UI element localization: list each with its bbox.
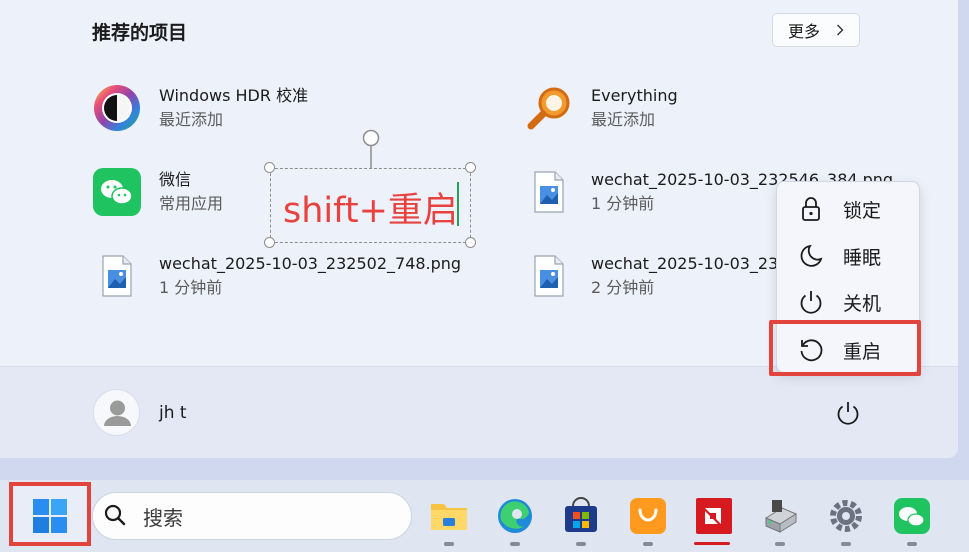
everything-search-icon bbox=[525, 84, 573, 132]
restart-highlight-box bbox=[769, 320, 921, 376]
user-account[interactable]: jh t bbox=[93, 389, 187, 436]
wechat-icon[interactable] bbox=[892, 496, 932, 536]
running-indicator bbox=[907, 542, 917, 546]
edge-icon[interactable] bbox=[495, 496, 535, 536]
power-icon bbox=[800, 291, 822, 314]
running-indicator bbox=[775, 542, 785, 546]
text-caret bbox=[457, 182, 459, 226]
disk-tool-icon[interactable] bbox=[760, 496, 800, 536]
power-menu-shutdown[interactable]: 关机 bbox=[777, 279, 919, 325]
item-sub: 1 分钟前 bbox=[159, 278, 223, 297]
running-indicator bbox=[643, 542, 653, 546]
search-icon bbox=[104, 504, 126, 526]
item-sub: 最近添加 bbox=[159, 110, 224, 129]
item-sub: 最近添加 bbox=[591, 110, 656, 129]
chevron-right-icon bbox=[837, 24, 844, 36]
image-file-icon bbox=[525, 252, 573, 300]
power-button[interactable] bbox=[834, 399, 862, 427]
item-name: wechat_2025-10-03_232502_748.png bbox=[159, 254, 462, 273]
user-name: jh t bbox=[159, 402, 187, 423]
rotate-handle[interactable] bbox=[360, 128, 382, 172]
item-sub: 常用应用 bbox=[159, 194, 224, 213]
item-name: Windows HDR 校准 bbox=[159, 86, 309, 105]
recommended-item-file-2[interactable]: wechat_2025-10-03_232502_748.png 1 分钟前 bbox=[93, 252, 461, 300]
app-orange-icon[interactable] bbox=[628, 496, 668, 536]
windows-logo-icon bbox=[33, 499, 67, 533]
hdr-calibration-icon bbox=[93, 84, 141, 132]
settings-gear-icon[interactable] bbox=[826, 496, 866, 536]
more-button[interactable]: 更多 bbox=[772, 13, 860, 47]
running-indicator bbox=[576, 542, 586, 546]
item-name: 微信 bbox=[159, 170, 192, 189]
recommended-item-everything[interactable]: Everything 最近添加 bbox=[525, 84, 678, 132]
start-button[interactable] bbox=[9, 482, 91, 546]
avatar bbox=[93, 389, 140, 436]
amd-icon[interactable] bbox=[694, 496, 734, 536]
annotation-text: shift+重启 bbox=[283, 191, 458, 231]
active-indicator bbox=[694, 542, 730, 545]
file-explorer-icon[interactable] bbox=[429, 496, 469, 536]
power-menu-label: 睡眠 bbox=[843, 246, 882, 269]
moon-icon bbox=[800, 244, 823, 267]
microsoft-store-icon[interactable] bbox=[561, 496, 601, 536]
power-menu-label: 关机 bbox=[843, 292, 882, 315]
resize-handle[interactable] bbox=[465, 162, 476, 173]
power-menu-label: 锁定 bbox=[843, 199, 882, 222]
running-indicator bbox=[510, 542, 520, 546]
recommended-item-file-3[interactable]: wechat_2025-10-03_232 2 分钟前 bbox=[525, 252, 788, 300]
image-file-icon bbox=[93, 252, 141, 300]
search-placeholder: 搜索 bbox=[143, 505, 183, 530]
recommended-title: 推荐的项目 bbox=[92, 22, 188, 44]
resize-handle[interactable] bbox=[264, 162, 275, 173]
resize-handle[interactable] bbox=[465, 237, 476, 248]
item-name: Everything bbox=[591, 86, 678, 105]
search-box[interactable]: 搜索 bbox=[92, 492, 412, 540]
recommended-item-wechat[interactable]: 微信 常用应用 bbox=[93, 168, 223, 216]
running-indicator bbox=[444, 542, 454, 546]
running-indicator bbox=[841, 542, 851, 546]
item-name: wechat_2025-10-03_232 bbox=[591, 254, 789, 273]
recommended-item-hdr[interactable]: Windows HDR 校准 最近添加 bbox=[93, 84, 308, 132]
lock-icon bbox=[802, 197, 820, 221]
more-label: 更多 bbox=[787, 22, 820, 41]
image-file-icon bbox=[525, 168, 573, 216]
item-sub: 2 分钟前 bbox=[591, 278, 655, 297]
wechat-icon bbox=[93, 168, 141, 216]
power-menu-sleep[interactable]: 睡眠 bbox=[777, 233, 919, 279]
power-menu-lock[interactable]: 锁定 bbox=[777, 186, 919, 232]
resize-handle[interactable] bbox=[264, 237, 275, 248]
